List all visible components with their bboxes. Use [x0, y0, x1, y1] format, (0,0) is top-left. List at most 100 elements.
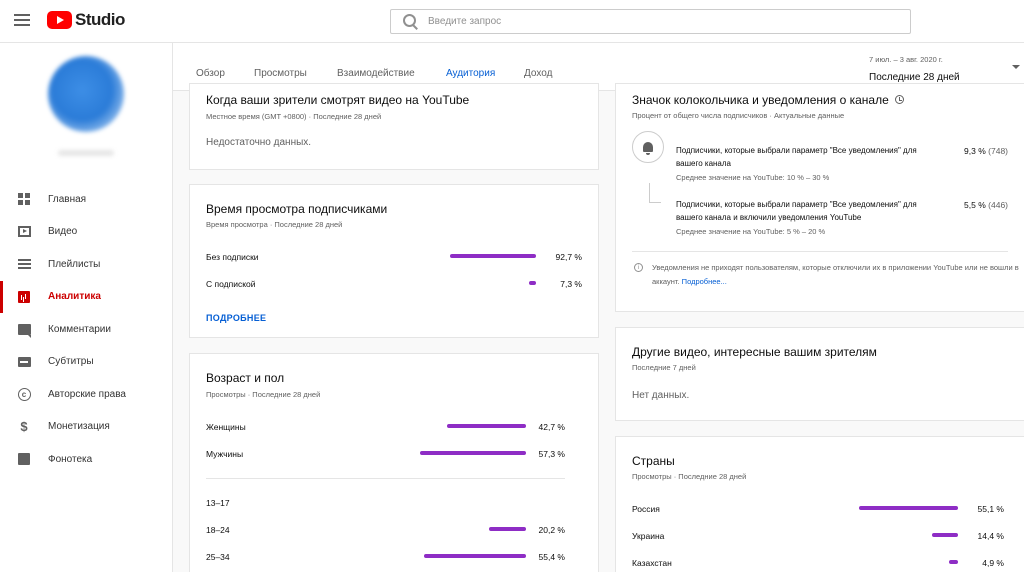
- sidebar-item-videos[interactable]: Видео: [0, 216, 173, 249]
- card-title: Другие видео, интересные вашим зрителям: [632, 345, 877, 359]
- bar-row: 13–17: [206, 496, 565, 510]
- top-bar: Studio: [0, 0, 1024, 43]
- bar-label: 18–24: [206, 525, 230, 535]
- bell-badge: [632, 131, 664, 163]
- card-title: Значок колокольчика и уведомления о кана…: [632, 93, 904, 107]
- tab-revenue[interactable]: Доход: [524, 68, 552, 79]
- sidebar-item-subtitles[interactable]: Субтитры: [0, 346, 173, 379]
- card-subtitle: Местное время (GMT +0800) · Последние 28…: [206, 112, 382, 121]
- sidebar-nav: Главная Видео Плейлисты Аналитика Коммен…: [0, 183, 173, 476]
- bar-row: Украина 14,4 %: [632, 529, 1004, 543]
- notification-row-value: 5,5 % (446): [964, 200, 1008, 210]
- search-box[interactable]: [390, 9, 911, 34]
- date-range-picker[interactable]: 7 июл. – 3 авг. 2020 г. Последние 28 дне…: [869, 55, 960, 83]
- sidebar-item-label: Аналитика: [48, 291, 101, 303]
- notification-row-text: Подписчики, которые выбрали параметр "Вс…: [676, 146, 917, 168]
- sidebar-item-label: Субтитры: [48, 356, 94, 368]
- card-subtitle: Просмотры · Последние 28 дней: [206, 390, 321, 399]
- audio-library-icon: [17, 452, 31, 466]
- bar-label: Без подписки: [206, 252, 259, 262]
- sidebar-item-copyright[interactable]: c Авторские права: [0, 378, 173, 411]
- subtitles-icon: [17, 355, 31, 369]
- bar-label: Россия: [632, 504, 660, 514]
- bar-row: 25–34 55,4 %: [206, 550, 565, 564]
- bar-value: 57,3 %: [538, 449, 565, 459]
- bar-row: Мужчины 57,3 %: [206, 447, 565, 461]
- tab-overview[interactable]: Обзор: [196, 68, 225, 79]
- channel-avatar[interactable]: [48, 56, 124, 132]
- bar-row: С подпиской 7,3 %: [206, 277, 582, 291]
- bar-label: Мужчины: [206, 449, 244, 459]
- date-range-text: 7 июл. – 3 авг. 2020 г.: [869, 55, 943, 64]
- bar-row: Женщины 42,7 %: [206, 420, 565, 434]
- value-count: (446): [988, 200, 1008, 210]
- bar-value: 42,7 %: [538, 422, 565, 432]
- bar-row: 18–24 20,2 %: [206, 523, 565, 537]
- info-text: Уведомления не приходят пользователям, к…: [652, 261, 1022, 289]
- notification-row-average: Среднее значение на YouTube: 10 % – 30 %: [676, 173, 830, 182]
- search-input[interactable]: [428, 16, 888, 27]
- value-percent: 5,5 %: [964, 200, 986, 210]
- card-title: Время просмотра подписчиками: [206, 202, 388, 216]
- logo-text: Studio: [75, 10, 125, 29]
- bar-label: Женщины: [206, 422, 246, 432]
- bar-value: 55,1 %: [977, 504, 1004, 514]
- sidebar-item-audio-library[interactable]: Фонотека: [0, 443, 173, 476]
- bar-label: 13–17: [206, 498, 230, 508]
- bar-fill: [529, 281, 536, 285]
- sidebar-item-analytics[interactable]: Аналитика: [0, 280, 173, 314]
- sidebar-item-label: Видео: [48, 226, 78, 238]
- studio-logo[interactable]: Studio: [47, 10, 125, 30]
- value-count: (748): [988, 146, 1008, 156]
- card-subtitle: Просмотры · Последние 28 дней: [632, 472, 747, 481]
- analytics-icon: [17, 290, 31, 304]
- bar-fill: [932, 533, 958, 537]
- empty-state: Нет данных.: [632, 390, 690, 401]
- bell-icon: [643, 142, 653, 155]
- tab-engagement[interactable]: Взаимодействие: [337, 68, 415, 79]
- sidebar-item-dashboard[interactable]: Главная: [0, 183, 173, 216]
- menu-icon[interactable]: [14, 14, 30, 26]
- divider: [206, 478, 565, 479]
- dashboard-icon: [17, 192, 31, 206]
- info-icon: i: [634, 263, 643, 272]
- channel-name-blurred: [58, 150, 114, 156]
- sidebar-item-label: Фонотека: [48, 453, 93, 465]
- sidebar-item-monetization[interactable]: $ Монетизация: [0, 411, 173, 444]
- notification-row-value: 9,3 % (748): [964, 146, 1008, 156]
- card-when-viewers-watch: Когда ваши зрители смотрят видео на YouT…: [189, 83, 599, 170]
- connector-line: [649, 183, 661, 203]
- bar-label: 25–34: [206, 552, 230, 562]
- bar-value: 14,4 %: [977, 531, 1004, 541]
- copyright-icon: c: [17, 387, 31, 401]
- more-link[interactable]: ПОДРОБНЕЕ: [206, 313, 266, 323]
- sidebar-item-label: Авторские права: [48, 388, 126, 400]
- clock-icon[interactable]: [894, 95, 904, 104]
- card-countries: Страны Просмотры · Последние 28 дней Рос…: [615, 436, 1024, 572]
- tab-views[interactable]: Просмотры: [254, 68, 307, 79]
- card-subtitle: Процент от общего числа подписчиков · Ак…: [632, 111, 845, 120]
- bar-value: 20,2 %: [538, 525, 565, 535]
- bar-label: Казахстан: [632, 558, 672, 568]
- empty-state: Недостаточно данных.: [206, 137, 312, 148]
- card-title: Страны: [632, 454, 675, 468]
- tab-audience[interactable]: Аудитория: [446, 68, 495, 79]
- card-bell-notifications: Значок колокольчика и уведомления о кана…: [615, 83, 1024, 312]
- bar-value: 55,4 %: [538, 552, 565, 562]
- date-range-label: Последние 28 дней: [869, 72, 960, 83]
- card-title-text: Значок колокольчика и уведомления о кана…: [632, 93, 889, 107]
- divider: [632, 251, 1008, 252]
- info-more-link[interactable]: Подробнее...: [682, 277, 727, 286]
- caret-down-icon[interactable]: [1012, 65, 1020, 69]
- card-subscriber-watch-time: Время просмотра подписчиками Время просм…: [189, 184, 599, 338]
- sidebar-item-playlists[interactable]: Плейлисты: [0, 248, 173, 281]
- sidebar-item-comments[interactable]: Комментарии: [0, 313, 173, 346]
- bar-fill: [423, 554, 526, 558]
- value-percent: 9,3 %: [964, 146, 986, 156]
- bar-fill: [949, 560, 958, 564]
- search-icon[interactable]: [400, 11, 422, 33]
- card-age-gender: Возраст и пол Просмотры · Последние 28 д…: [189, 353, 599, 572]
- video-icon: [17, 225, 31, 239]
- card-subtitle: Время просмотра · Последние 28 дней: [206, 220, 343, 229]
- bar-fill: [447, 424, 526, 428]
